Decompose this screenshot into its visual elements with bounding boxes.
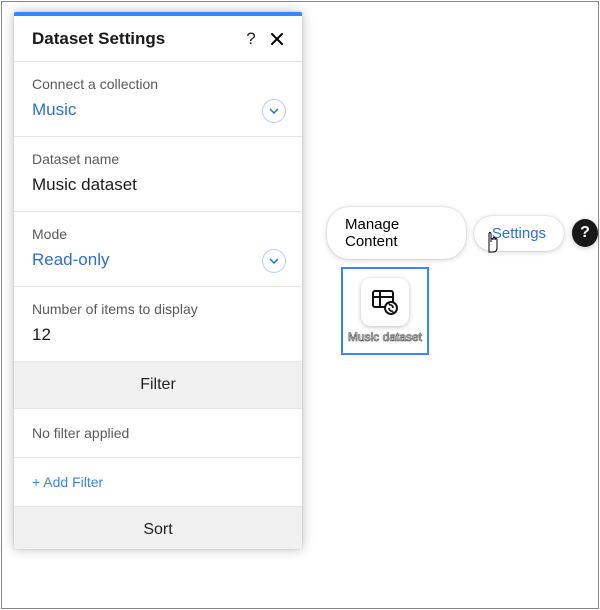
section-dataset-name[interactable]: Dataset name Music dataset xyxy=(14,137,302,212)
manage-content-button[interactable]: Manage Content xyxy=(327,207,466,259)
dataset-settings-panel: Dataset Settings ? Connect a collection … xyxy=(14,12,302,549)
filter-header: Filter xyxy=(14,362,302,409)
app-frame: Dataset Settings ? Connect a collection … xyxy=(1,1,599,609)
context-toolbar: Manage Content Settings ? xyxy=(327,207,598,259)
item-count-label: Number of items to display xyxy=(32,301,284,317)
section-collection[interactable]: Connect a collection Music xyxy=(14,62,302,137)
dataset-icon xyxy=(361,278,409,326)
panel-title: Dataset Settings xyxy=(32,29,238,49)
dataset-name-label: Dataset name xyxy=(32,151,284,167)
add-filter-button[interactable]: + Add Filter xyxy=(14,458,302,507)
mode-label: Mode xyxy=(32,226,284,242)
sort-header: Sort xyxy=(14,507,302,549)
chevron-down-icon[interactable] xyxy=(262,249,286,273)
dataset-tile[interactable]: Music dataset xyxy=(341,267,429,355)
section-item-count[interactable]: Number of items to display 12 xyxy=(14,287,302,362)
dataset-tile-label: Music dataset xyxy=(348,330,422,344)
filter-status: No filter applied xyxy=(14,409,302,458)
item-count-value: 12 xyxy=(32,325,284,345)
dataset-name-value: Music dataset xyxy=(32,175,284,195)
collection-label: Connect a collection xyxy=(32,76,284,92)
collection-value: Music xyxy=(32,100,284,120)
help-icon[interactable]: ? xyxy=(238,26,264,52)
section-mode[interactable]: Mode Read-only xyxy=(14,212,302,287)
chevron-down-icon[interactable] xyxy=(262,99,286,123)
panel-header: Dataset Settings ? xyxy=(14,16,302,62)
settings-button[interactable]: Settings xyxy=(474,216,564,251)
close-icon[interactable] xyxy=(264,26,290,52)
mode-value: Read-only xyxy=(32,250,284,270)
help-button[interactable]: ? xyxy=(572,219,598,247)
